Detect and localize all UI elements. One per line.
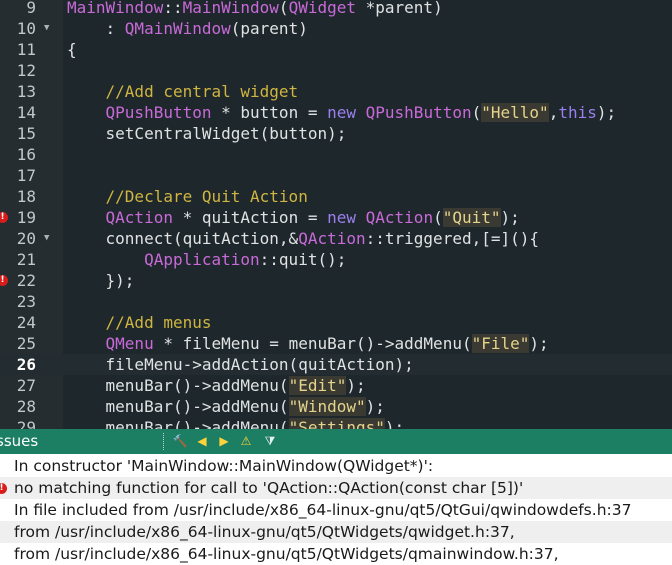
issue-text: In file included from /usr/include/x86_6… [14,501,632,519]
code-editor[interactable]: 9 MainWindow::MainWindow(QWidget *parent)… [0,0,672,429]
code-line[interactable]: 25 QMenu * fileMenu = menuBar()->addMenu… [0,333,672,354]
code-line[interactable]: 16 [0,144,672,165]
code-line[interactable]: 21 QApplication::quit(); [0,249,672,270]
code-line[interactable]: 15 setCentralWidget(button); [0,123,672,144]
code-line[interactable]: 12 [0,60,672,81]
toolbar-separator [163,433,165,450]
code-line[interactable]: 17 [0,165,672,186]
issues-pane-header: ssues 🔨 ◀ ▶ ⚠ ⧩ [0,429,672,454]
code-text[interactable]: QAction * quitAction = new QAction("Quit… [67,207,520,228]
issue-item[interactable]: from /usr/include/x86_64-linux-gnu/qt5/Q… [0,543,672,565]
code-line[interactable]: 9 MainWindow::MainWindow(QWidget *parent) [0,0,672,18]
line-number[interactable]: 10 [0,18,36,39]
line-number[interactable]: 20 [0,228,36,249]
code-text[interactable]: { [67,39,77,60]
code-line[interactable]: 23 [0,291,672,312]
warning-icon[interactable]: ⚠ [238,433,254,449]
fold-arrow-icon[interactable]: ▼ [44,18,49,39]
line-number[interactable]: 17 [0,165,36,186]
code-text[interactable]: //Add menus [67,312,212,333]
code-line[interactable]: 20 ▼ connect(quitAction,&QAction::trigger… [0,228,672,249]
issues-list[interactable]: In constructor 'MainWindow::MainWindow(Q… [0,454,672,565]
code-line[interactable]: 29 menuBar()->addMenu("Settings"); [0,417,672,429]
line-number[interactable]: 12 [0,60,36,81]
error-icon: ! [0,483,7,494]
line-number[interactable]: 21 [0,249,36,270]
code-text[interactable]: connect(quitAction,&QAction::triggered,[… [67,228,539,249]
line-number[interactable]: 27 [0,375,36,396]
line-number[interactable]: 29 [0,417,36,429]
code-line[interactable]: 11 { [0,39,672,60]
code-text[interactable]: menuBar()->addMenu("Window"); [67,396,385,417]
line-number[interactable]: 16 [0,144,36,165]
line-number[interactable]: 14 [0,102,36,123]
filter-icon[interactable]: ⧩ [262,433,278,449]
code-line[interactable]: 19! QAction * quitAction = new QAction("… [0,207,672,228]
code-text[interactable]: //Add central widget [67,81,299,102]
filter-build-icon[interactable]: 🔨 [172,433,188,449]
line-number[interactable]: 24 [0,312,36,333]
code-text[interactable]: menuBar()->addMenu("Edit"); [67,375,366,396]
issue-text: In constructor 'MainWindow::MainWindow(Q… [14,457,434,475]
line-number[interactable]: 11 [0,39,36,60]
code-text[interactable]: setCentralWidget(button); [67,123,347,144]
issue-item[interactable]: In constructor 'MainWindow::MainWindow(Q… [0,455,672,477]
issues-pane-title: ssues [0,432,39,450]
code-line[interactable]: 14 QPushButton * button = new QPushButto… [0,102,672,123]
code-text[interactable]: : QMainWindow(parent) [67,18,308,39]
code-text[interactable]: menuBar()->addMenu("Settings"); [67,417,404,429]
issue-item[interactable]: from /usr/include/x86_64-linux-gnu/qt5/Q… [0,521,672,543]
next-icon[interactable]: ▶ [216,433,232,449]
line-number[interactable]: 15 [0,123,36,144]
code-line[interactable]: 27 menuBar()->addMenu("Edit"); [0,375,672,396]
code-line[interactable]: 22! }); [0,270,672,291]
code-text[interactable]: }); [67,270,135,291]
issue-text: from /usr/include/x86_64-linux-gnu/qt5/Q… [14,523,515,541]
line-number[interactable]: 18 [0,186,36,207]
line-number[interactable]: 25 [0,333,36,354]
issue-item[interactable]: ! no matching function for call to 'QActi… [0,477,672,499]
issue-item[interactable]: In file included from /usr/include/x86_6… [0,499,672,521]
code-text[interactable]: QApplication::quit(); [67,249,346,270]
code-line[interactable]: 24 //Add menus [0,312,672,333]
code-text[interactable]: //Declare Quit Action [67,186,308,207]
issue-text: from /usr/include/x86_64-linux-gnu/qt5/Q… [14,545,559,563]
code-text[interactable]: QPushButton * button = new QPushButton("… [67,102,616,123]
fold-arrow-icon[interactable]: ▼ [44,228,49,249]
code-text[interactable]: QMenu * fileMenu = menuBar()->addMenu("F… [67,333,549,354]
code-line[interactable]: 13 //Add central widget [0,81,672,102]
issue-text: no matching function for call to 'QActio… [14,479,524,497]
code-line[interactable]: 28 menuBar()->addMenu("Window"); [0,396,672,417]
line-number[interactable]: 23 [0,291,36,312]
code-line[interactable]: 10 ▼ : QMainWindow(parent) [0,18,672,39]
line-number[interactable]: 26 [0,354,36,375]
line-number[interactable]: 9 [0,0,36,18]
prev-icon[interactable]: ◀ [194,433,210,449]
code-text[interactable]: MainWindow::MainWindow(QWidget *parent) [67,0,443,18]
code-line[interactable]: 26 fileMenu->addAction(quitAction); [0,354,672,375]
code-text[interactable]: fileMenu->addAction(quitAction); [67,354,414,375]
code-line[interactable]: 18 //Declare Quit Action [0,186,672,207]
line-number[interactable]: 13 [0,81,36,102]
line-number[interactable]: 28 [0,396,36,417]
